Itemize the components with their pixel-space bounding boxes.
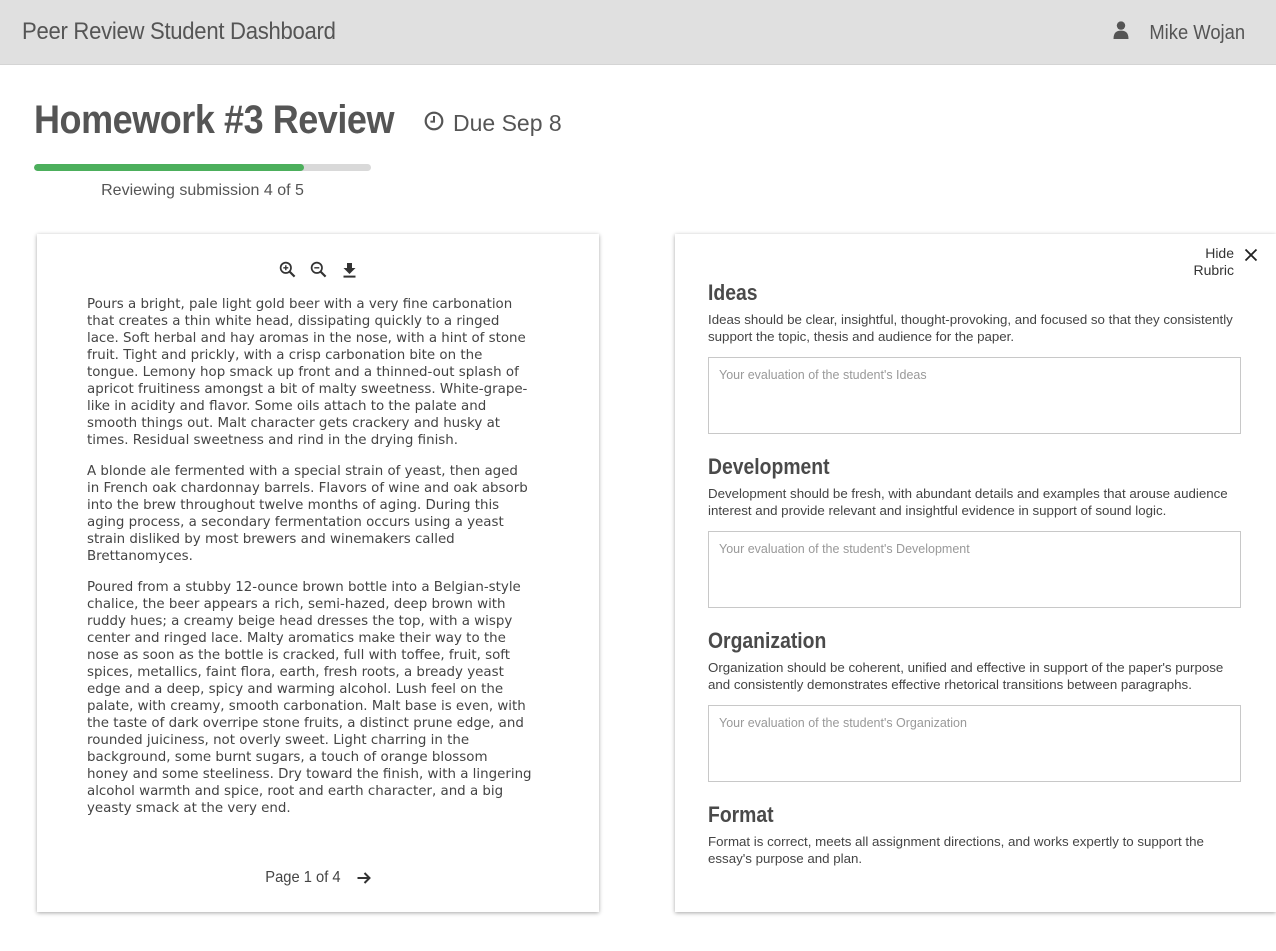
criterion-description: Development should be fresh, with abunda… <box>708 486 1228 518</box>
zoom-in-icon[interactable] <box>278 260 297 279</box>
due-date: Due Sep 8 <box>424 110 562 137</box>
user-menu[interactable]: Mike Wojan <box>1113 21 1245 45</box>
development-evaluation-input[interactable] <box>708 531 1241 608</box>
submission-viewer: Pours a bright, pale light gold beer wit… <box>37 234 599 912</box>
criterion-title: Format <box>708 802 774 827</box>
criterion-organization: Organization Organization should be cohe… <box>708 628 1241 782</box>
clock-icon <box>424 110 444 137</box>
pagination: Page 1 of 4 <box>37 868 599 888</box>
rubric-panel: Hide Rubric Ideas Ideas should be clear,… <box>675 234 1276 912</box>
submission-paragraph: Poured from a stubby 12-ounce brown bott… <box>87 580 532 816</box>
criterion-description: Ideas should be clear, insightful, thoug… <box>708 312 1233 344</box>
page-indicator: Page 1 of 4 <box>265 869 341 886</box>
submission-paragraph: Pours a bright, pale light gold beer wit… <box>87 297 528 448</box>
user-icon <box>1113 21 1129 45</box>
top-bar: Peer Review Student Dashboard Mike Wojan <box>0 0 1276 65</box>
criterion-description: Organization should be coherent, unified… <box>708 660 1224 692</box>
organization-evaluation-input[interactable] <box>708 705 1241 782</box>
download-icon[interactable] <box>340 260 359 279</box>
hide-rubric-button[interactable]: Hide Rubric <box>1186 245 1260 279</box>
hide-rubric-label: Hide Rubric <box>1193 245 1234 278</box>
criterion-format: Format Format is correct, meets all assi… <box>708 802 1241 867</box>
progress-bar <box>34 164 371 171</box>
submission-paragraph: A blonde ale fermented with a special st… <box>87 464 528 564</box>
progress-text: Reviewing submission 4 of 5 <box>101 182 304 199</box>
rubric-criteria: Ideas Ideas should be clear, insightful,… <box>708 280 1241 887</box>
close-icon[interactable] <box>1244 248 1260 264</box>
page-title: Homework #3 Review <box>34 98 395 142</box>
submission-text: Pours a bright, pale light gold beer wit… <box>87 296 532 831</box>
criterion-title: Ideas <box>708 280 758 305</box>
progress-bar-fill <box>34 164 304 171</box>
criterion-title: Development <box>708 454 830 479</box>
user-name: Mike Wojan <box>1149 21 1245 44</box>
ideas-evaluation-input[interactable] <box>708 357 1241 434</box>
due-date-label: Due Sep 8 <box>453 110 562 136</box>
criterion-ideas: Ideas Ideas should be clear, insightful,… <box>708 280 1241 434</box>
viewer-toolbar <box>37 260 599 279</box>
criterion-description: Format is correct, meets all assignment … <box>708 834 1204 866</box>
app-title: Peer Review Student Dashboard <box>22 18 336 45</box>
zoom-out-icon[interactable] <box>309 260 328 279</box>
arrow-right-icon[interactable] <box>354 868 374 888</box>
criterion-development: Development Development should be fresh,… <box>708 454 1241 608</box>
criterion-title: Organization <box>708 628 827 653</box>
